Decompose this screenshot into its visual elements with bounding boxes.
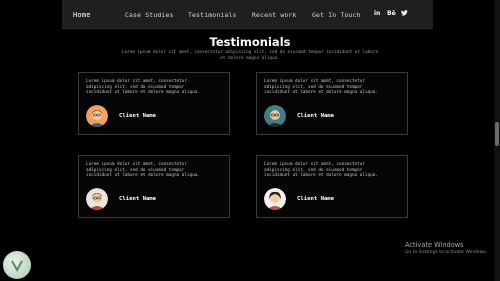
scrollbar-thumb[interactable] bbox=[495, 122, 499, 146]
testimonial-quote: Lorem ipsum dolor sit amet, consectetur … bbox=[264, 79, 378, 96]
nav-case-studies[interactable]: Case Studies bbox=[125, 11, 174, 19]
testimonial-quote: Lorem ipsum dolor sit amet, consectetur … bbox=[86, 162, 200, 179]
scrollbar[interactable] bbox=[494, 0, 500, 281]
client-name: Client Name bbox=[119, 196, 157, 202]
page: Home Case Studies Testimonials Recent wo… bbox=[0, 0, 500, 281]
client-avatar bbox=[86, 188, 108, 210]
section-subtitle: Lorem ipsum dolor sit amet, consectetur … bbox=[121, 50, 379, 61]
client-avatar bbox=[264, 188, 286, 210]
client-avatar bbox=[86, 105, 108, 127]
top-nav: Home Case Studies Testimonials Recent wo… bbox=[62, 0, 433, 29]
behance-icon[interactable]: Bē bbox=[387, 10, 396, 17]
nav-get-in-touch[interactable]: Get In Touch bbox=[312, 11, 361, 19]
section-title: Testimonials bbox=[209, 35, 291, 49]
client-avatar bbox=[264, 105, 286, 127]
twitter-icon[interactable] bbox=[401, 10, 408, 18]
nav-recent-work[interactable]: Recent work bbox=[252, 11, 297, 19]
logo-badge-icon bbox=[3, 251, 31, 279]
activate-windows-title: Activate Windows bbox=[405, 241, 464, 249]
client-name: Client Name bbox=[119, 113, 157, 119]
nav-home[interactable]: Home bbox=[73, 11, 91, 19]
testimonial-quote: Lorem ipsum dolor sit amet, consectetur … bbox=[86, 79, 200, 96]
client-name: Client Name bbox=[297, 196, 335, 202]
testimonial-card: Lorem ipsum dolor sit amet, consectetur … bbox=[78, 155, 230, 218]
testimonial-card: Lorem ipsum dolor sit amet, consectetur … bbox=[256, 155, 408, 218]
activate-windows-subtitle: Go to Settings to activate Windows. bbox=[405, 250, 488, 255]
testimonial-card: Lorem ipsum dolor sit amet, consectetur … bbox=[256, 72, 408, 135]
client-name: Client Name bbox=[297, 113, 335, 119]
nav-testimonials[interactable]: Testimonials bbox=[188, 11, 237, 19]
linkedin-icon[interactable]: in bbox=[374, 10, 380, 17]
testimonial-card: Lorem ipsum dolor sit amet, consectetur … bbox=[78, 72, 230, 135]
testimonial-quote: Lorem ipsum dolor sit amet, consectetur … bbox=[264, 162, 378, 179]
